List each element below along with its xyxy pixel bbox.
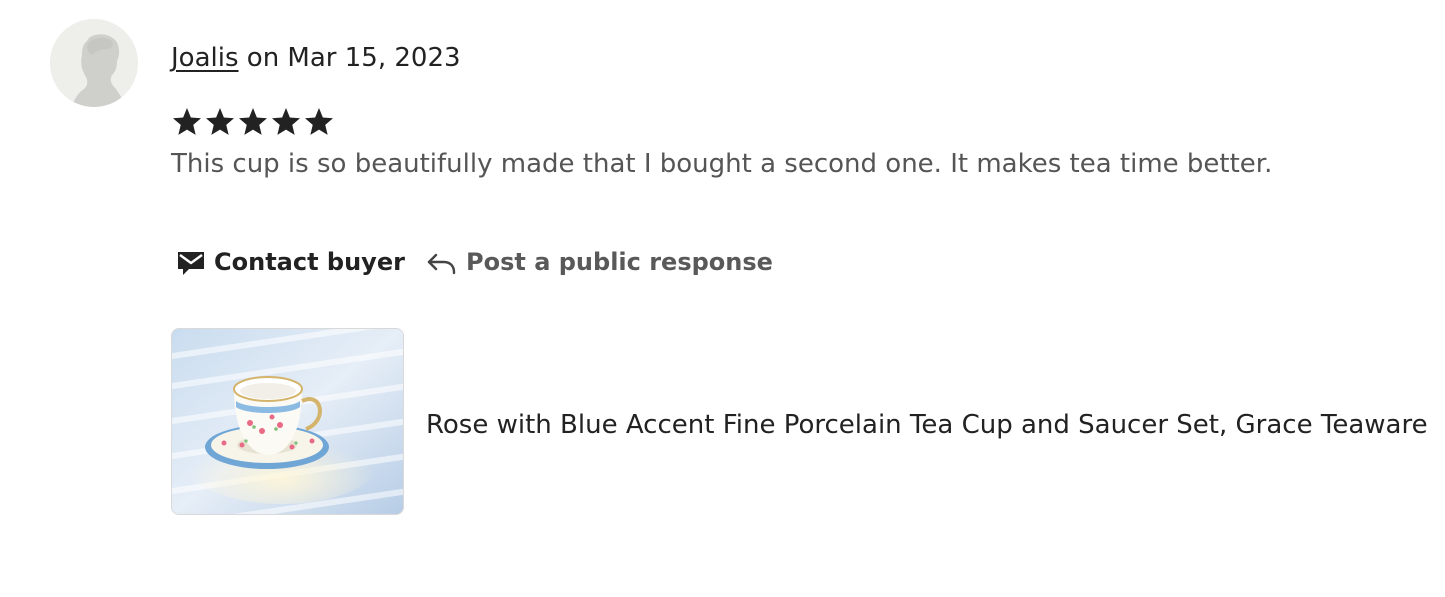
star-icon	[206, 108, 234, 135]
default-avatar-icon	[50, 19, 138, 107]
contact-buyer-button[interactable]: Contact buyer	[176, 238, 405, 286]
post-public-response-label: Post a public response	[466, 248, 773, 276]
listing-title-link[interactable]: Rose with Blue Accent Fine Porcelain Tea…	[426, 408, 1428, 442]
review-header: Joalis on Mar 15, 2023	[171, 41, 461, 75]
star-icon	[272, 108, 300, 135]
reviewer-name-link[interactable]: Joalis	[171, 43, 239, 73]
reply-arrow-icon	[424, 247, 458, 277]
star-icon	[305, 108, 333, 135]
contact-buyer-label: Contact buyer	[214, 248, 405, 276]
review-date: on Mar 15, 2023	[238, 43, 461, 73]
star-icon	[239, 108, 267, 135]
envelope-icon	[176, 247, 206, 277]
star-rating	[171, 105, 335, 141]
post-public-response-button[interactable]: Post a public response	[424, 238, 773, 286]
review-text: This cup is so beautifully made that I b…	[171, 149, 1273, 179]
avatar[interactable]	[50, 19, 138, 107]
teacup-product-image	[172, 329, 403, 514]
star-icon	[173, 108, 201, 135]
listing-thumbnail[interactable]	[171, 328, 404, 515]
